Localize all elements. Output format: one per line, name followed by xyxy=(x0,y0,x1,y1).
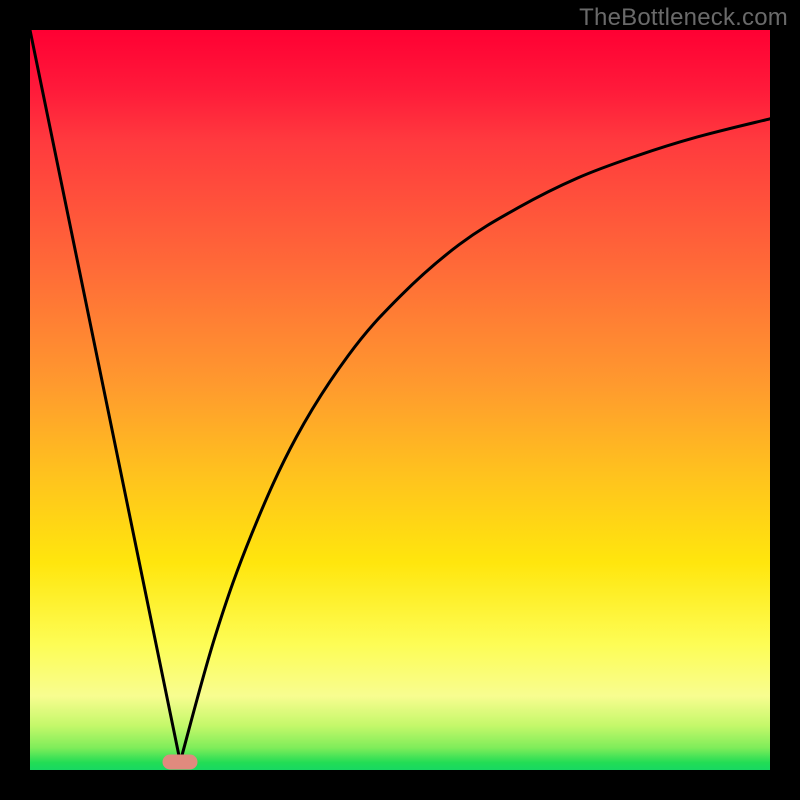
watermark-text: TheBottleneck.com xyxy=(579,4,788,32)
curve-layer xyxy=(30,30,770,770)
plot-area xyxy=(30,30,770,770)
curve-right-branch xyxy=(180,119,770,762)
minimum-marker xyxy=(163,754,198,769)
curve-left-branch xyxy=(30,30,180,762)
chart-root: TheBottleneck.com xyxy=(0,0,800,800)
